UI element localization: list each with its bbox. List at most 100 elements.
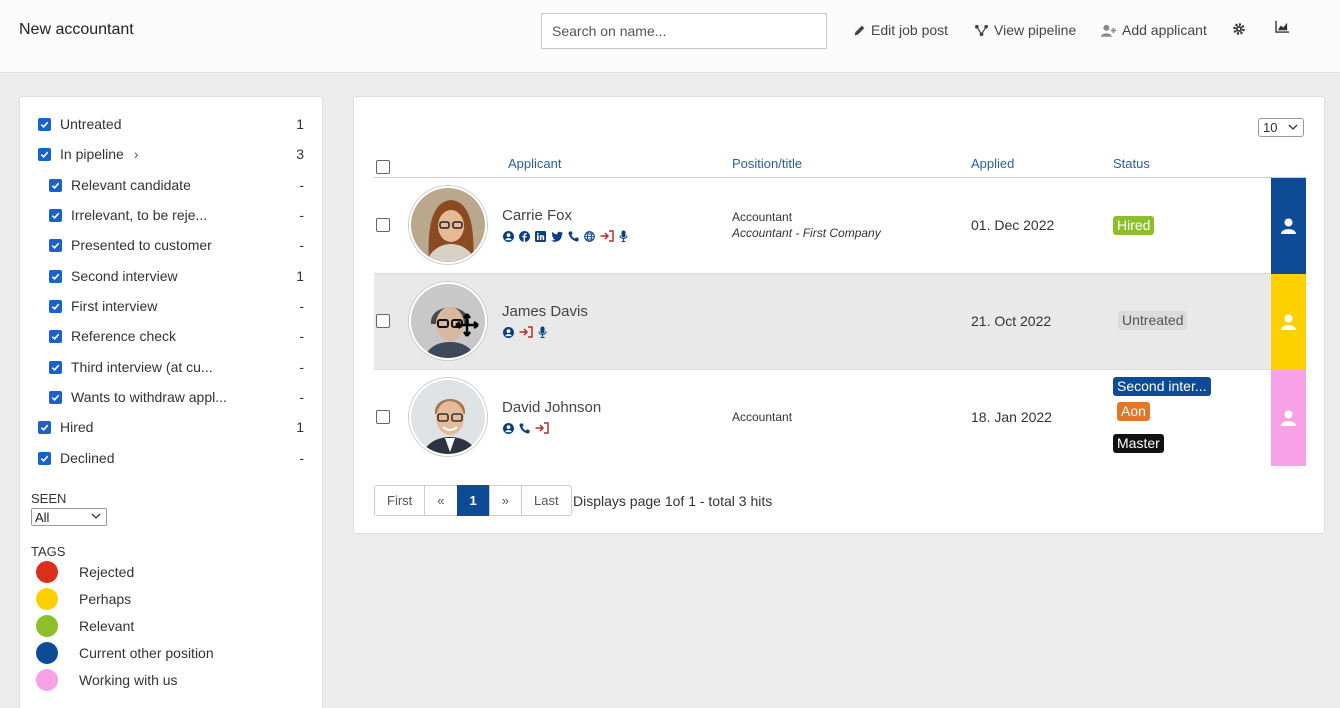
filter-reference-check[interactable]: Reference check - (49, 326, 304, 346)
tag-label: Rejected (79, 564, 135, 580)
applicant-name[interactable]: Carrie Fox (502, 207, 572, 224)
filter-count: 1 (296, 419, 304, 435)
filter-wants-to-withdraw[interactable]: Wants to withdraw appl... - (49, 387, 304, 407)
per-page-select[interactable]: 10 (1258, 118, 1304, 137)
tag-perhaps[interactable]: Perhaps (36, 588, 131, 610)
checkmark-icon (51, 364, 60, 371)
edit-job-post-button[interactable]: Edit job post (853, 22, 948, 38)
phone-icon[interactable] (568, 230, 579, 242)
top-bar: New accountant Edit job post View pipeli… (0, 0, 1340, 73)
filter-checkbox[interactable] (49, 299, 62, 313)
filter-in-pipeline[interactable]: In pipeline › 3 (38, 144, 304, 164)
filter-presented-to-customer[interactable]: Presented to customer - (49, 235, 304, 255)
tag-color-dot (36, 588, 58, 610)
microphone-icon[interactable] (538, 326, 547, 338)
filter-checkbox[interactable] (49, 390, 62, 404)
position-title: Accountant (732, 410, 793, 424)
chevron-right-icon[interactable]: › (134, 146, 139, 162)
filter-declined[interactable]: Declined - (38, 448, 304, 468)
search-input[interactable] (541, 13, 827, 49)
column-applicant[interactable]: Applicant (508, 156, 561, 171)
filter-checkbox[interactable] (49, 178, 62, 192)
tag-relevant[interactable]: Relevant (36, 615, 134, 637)
filter-count: - (299, 328, 304, 344)
row-checkbox[interactable] (376, 314, 390, 328)
first-page-button[interactable]: First (374, 485, 426, 516)
filter-checkbox[interactable] (49, 360, 62, 374)
sign-in-icon[interactable] (600, 230, 614, 242)
statistics-button[interactable] (1275, 20, 1290, 33)
tag-rejected[interactable]: Rejected (36, 561, 134, 583)
view-pipeline-button[interactable]: View pipeline (974, 22, 1076, 38)
last-page-button[interactable]: Last (520, 485, 572, 516)
tag-color-bar[interactable] (1271, 178, 1306, 274)
add-applicant-button[interactable]: Add applicant (1101, 22, 1207, 38)
table-row[interactable]: James Davis 21. Oct 2022 Untreated (374, 274, 1306, 370)
filter-first-interview[interactable]: First interview - (49, 296, 304, 316)
filter-third-interview[interactable]: Third interview (at cu... - (49, 357, 304, 377)
settings-button[interactable] (1232, 22, 1246, 36)
column-applied[interactable]: Applied (971, 156, 1014, 171)
prev-page-button[interactable]: « (424, 485, 458, 516)
pencil-icon (854, 25, 865, 35)
checkmark-icon (51, 212, 60, 219)
sign-in-icon[interactable] (519, 326, 533, 338)
filter-sidebar: Untreated 1 In pipeline › 3 Relevant candidat… (19, 96, 323, 708)
filter-untreated[interactable]: Untreated 1 (38, 114, 304, 134)
filter-checkbox[interactable] (38, 451, 51, 465)
filter-checkbox[interactable] (38, 117, 51, 131)
filter-checkbox[interactable] (49, 238, 62, 252)
pagination-info-page: 1 (664, 493, 673, 509)
phone-icon[interactable] (519, 422, 530, 434)
sign-in-icon[interactable] (535, 422, 549, 434)
checkmark-icon (51, 303, 60, 310)
applicant-name[interactable]: David Johnson (502, 399, 601, 416)
chevron-down-icon (91, 513, 101, 519)
filter-irrelevant[interactable]: Irrelevant, to be reje... - (49, 205, 304, 225)
seen-select[interactable]: All (31, 508, 107, 526)
profile-icon[interactable] (503, 326, 514, 338)
globe-icon[interactable] (584, 230, 595, 242)
column-status[interactable]: Status (1113, 156, 1150, 171)
profile-icon[interactable] (503, 230, 514, 242)
chart-icon (1275, 20, 1289, 33)
checkmark-icon (40, 455, 49, 462)
filter-checkbox[interactable] (49, 208, 62, 222)
select-all-checkbox[interactable] (376, 160, 390, 174)
applied-date: 21. Oct 2022 (971, 313, 1052, 329)
contact-icons (503, 326, 547, 338)
applicant-name[interactable]: James Davis (502, 303, 588, 320)
microphone-icon[interactable] (619, 230, 628, 242)
tag-color-bar[interactable] (1271, 370, 1306, 466)
table-row[interactable]: David Johnson Accountant 18. Jan 2022 Se… (374, 370, 1306, 466)
next-page-button[interactable]: » (488, 485, 522, 516)
filter-checkbox[interactable] (49, 269, 62, 283)
checkmark-icon (51, 182, 60, 189)
seen-value: All (35, 509, 50, 525)
filter-checkbox[interactable] (38, 420, 51, 434)
column-position[interactable]: Position/title (732, 156, 802, 171)
row-checkbox[interactable] (376, 410, 390, 424)
filter-relevant-candidate[interactable]: Relevant candidate - (49, 175, 304, 195)
avatar[interactable] (409, 186, 487, 264)
facebook-icon[interactable] (519, 230, 530, 242)
tag-current-other-position[interactable]: Current other position (36, 642, 214, 664)
tag-working-with-us[interactable]: Working with us (36, 669, 178, 691)
table-row[interactable]: Carrie Fox Accountant Accountant - First… (374, 178, 1306, 274)
filter-label: In pipeline (60, 146, 124, 162)
filter-label: Second interview (71, 268, 178, 284)
filter-count: 3 (296, 146, 304, 162)
avatar[interactable] (409, 282, 487, 360)
filter-hired[interactable]: Hired 1 (38, 417, 304, 437)
avatar[interactable] (409, 378, 487, 456)
twitter-icon[interactable] (551, 231, 563, 242)
user-icon (1281, 410, 1296, 426)
row-checkbox[interactable] (376, 218, 390, 232)
filter-checkbox[interactable] (38, 147, 51, 161)
filter-checkbox[interactable] (49, 329, 62, 343)
page-1-button[interactable]: 1 (456, 485, 490, 516)
linkedin-icon[interactable] (535, 230, 546, 242)
tag-color-bar[interactable] (1271, 274, 1306, 370)
profile-icon[interactable] (503, 422, 514, 434)
filter-second-interview[interactable]: Second interview 1 (49, 266, 304, 286)
